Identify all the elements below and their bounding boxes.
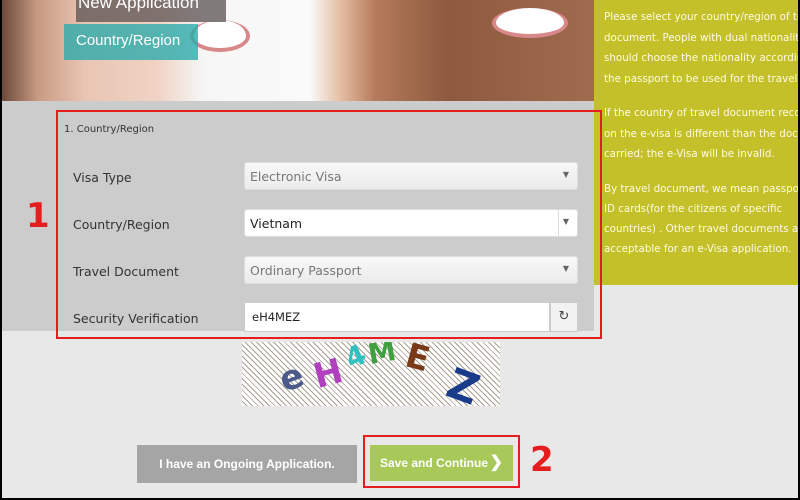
captcha-image: e H 4 M E Z bbox=[242, 342, 500, 406]
info-paragraph: By travel document, we mean passports an… bbox=[604, 179, 798, 259]
visa-type-select[interactable]: Electronic Visa ▼ bbox=[244, 162, 578, 190]
travel-document-label: Travel Document bbox=[73, 264, 179, 279]
country-region-value: Vietnam bbox=[250, 216, 303, 231]
save-button-label: Save and Continue bbox=[380, 456, 489, 470]
visa-type-label: Visa Type bbox=[73, 170, 132, 185]
info-line: Please select your country/region of tra… bbox=[604, 11, 798, 23]
info-line: should choose the nationality according … bbox=[604, 52, 798, 64]
country-region-form: 1. Country/Region Visa Type Electronic V… bbox=[56, 110, 602, 339]
info-line: By travel document, we mean passports an… bbox=[604, 182, 798, 195]
chevron-down-icon: ▼ bbox=[562, 217, 569, 226]
travel-document-value: Ordinary Passport bbox=[250, 263, 362, 278]
save-and-continue-button[interactable]: Save and Continue ❯ bbox=[370, 445, 513, 481]
annotation-marker-1: 1 bbox=[26, 196, 50, 236]
info-line: countries) . Other travel documents are … bbox=[604, 222, 798, 235]
info-line: the passport to be used for the travel. bbox=[604, 72, 798, 85]
divider bbox=[558, 210, 559, 236]
step-tab-country-region: Country/Region bbox=[64, 24, 198, 60]
security-verification-label: Security Verification bbox=[73, 311, 199, 326]
chevron-down-icon: ▼ bbox=[562, 170, 569, 179]
banner-photo: New Application Country/Region bbox=[2, 0, 594, 101]
banner-photo-detail bbox=[190, 20, 250, 52]
travel-document-select[interactable]: Ordinary Passport ▼ bbox=[244, 256, 578, 284]
refresh-captcha-button[interactable]: ↻ bbox=[550, 302, 578, 332]
info-line: If the country of travel document record… bbox=[604, 107, 798, 119]
visa-type-value: Electronic Visa bbox=[250, 169, 342, 184]
annotation-marker-2: 2 bbox=[530, 440, 554, 480]
refresh-icon: ↻ bbox=[558, 309, 570, 324]
security-code-input[interactable]: eH4MEZ bbox=[244, 302, 550, 332]
info-paragraph: If the country of travel document record… bbox=[604, 103, 798, 165]
page-heading: New Application bbox=[76, 0, 226, 22]
country-region-label: Country/Region bbox=[73, 217, 170, 232]
ongoing-application-button[interactable]: I have an Ongoing Application. bbox=[137, 445, 357, 483]
info-paragraph: Please select your country/region of tra… bbox=[604, 7, 798, 89]
info-line: ID cards(for the citizens of specific bbox=[604, 202, 783, 215]
section-title: 1. Country/Region bbox=[64, 124, 155, 135]
country-region-select[interactable]: Vietnam ▼ bbox=[244, 209, 578, 237]
info-sidebar: Please select your country/region of tra… bbox=[594, 0, 798, 285]
chevron-down-icon: ▼ bbox=[562, 264, 569, 273]
banner-photo-detail bbox=[492, 8, 568, 38]
info-line: carried; the e-Visa will be invalid. bbox=[604, 148, 775, 160]
chevron-right-icon: ❯ bbox=[489, 454, 503, 471]
info-line: on the e-visa is different than the docu… bbox=[604, 127, 798, 140]
page: New Application Country/Region Please se… bbox=[2, 0, 798, 498]
save-button-highlight: Save and Continue ❯ bbox=[363, 435, 520, 488]
info-line: document. People with dual nationality bbox=[604, 31, 798, 44]
info-line: acceptable for an e-Visa application. bbox=[604, 242, 792, 255]
